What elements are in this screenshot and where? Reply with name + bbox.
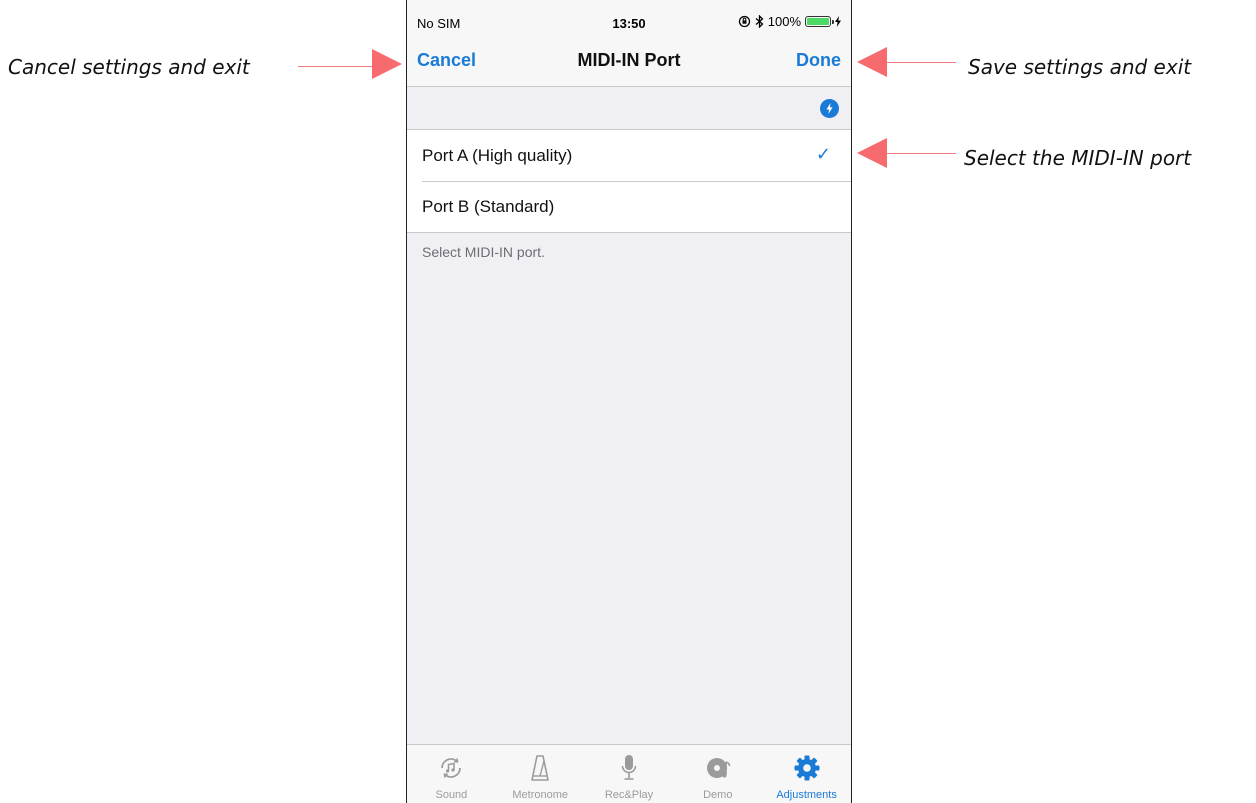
page-title: MIDI-IN Port <box>577 50 681 70</box>
status-bar: No SIM 13:50 100% <box>407 0 851 40</box>
charging-bolt-icon <box>835 16 841 27</box>
tab-label: Demo <box>703 789 733 801</box>
demo-disc-icon <box>706 758 731 778</box>
tab-label: Metronome <box>512 789 569 801</box>
screenshot-stage: Cancel settings and exit Save settings a… <box>0 0 1256 803</box>
lightning-bolt-icon <box>826 103 833 114</box>
port-option-a[interactable]: Port A (High quality) ✓ <box>407 130 851 181</box>
tab-rec-play[interactable]: Rec&Play <box>585 745 674 803</box>
annotation-cancel: Cancel settings and exit <box>8 55 250 79</box>
annotation-select-line <box>886 153 956 154</box>
annotation-cancel-arrow <box>372 49 402 79</box>
bluetooth-icon <box>755 15 764 28</box>
tab-demo[interactable]: Demo <box>673 745 762 803</box>
annotation-save-arrow <box>857 47 887 77</box>
annotation-select-arrow <box>857 138 887 168</box>
tab-label: Sound <box>435 789 468 801</box>
tab-label: Rec&Play <box>604 789 654 801</box>
done-button[interactable]: Done <box>796 50 841 71</box>
port-option-b[interactable]: Port B (Standard) <box>407 181 851 232</box>
navigation-bar: Cancel MIDI-IN Port Done <box>407 40 851 87</box>
tab-metronome[interactable]: Metronome <box>496 745 585 803</box>
annotation-select: Select the MIDI-IN port <box>964 146 1192 170</box>
annotation-save-line <box>886 62 956 63</box>
tab-label: Adjustments <box>776 789 837 801</box>
battery-icon <box>805 16 834 27</box>
gear-icon <box>794 755 820 781</box>
tab-sound[interactable]: Sound <box>407 745 496 803</box>
phone-screen: No SIM 13:50 100% Cancel MIDI-IN Port Do… <box>406 0 852 803</box>
annotation-cancel-line <box>298 66 374 67</box>
port-list: Port A (High quality) ✓ Port B (Standard… <box>407 129 851 233</box>
tab-adjustments[interactable]: Adjustments <box>762 745 851 803</box>
battery-percent: 100% <box>767 14 801 29</box>
orientation-lock-icon <box>738 15 750 28</box>
metronome-icon <box>531 755 549 781</box>
tab-bar: Sound Metronome Rec&Play Demo Adjustment… <box>407 744 851 803</box>
sound-icon <box>441 758 462 778</box>
status-right: 100% <box>738 14 841 29</box>
port-option-label: Port A (High quality) <box>422 146 573 165</box>
microphone-icon <box>621 755 637 780</box>
bluetooth-midi-icon[interactable] <box>820 99 839 118</box>
checkmark-icon: ✓ <box>815 144 831 164</box>
annotation-save: Save settings and exit <box>968 55 1192 79</box>
section-footer-note: Select MIDI-IN port. <box>422 244 545 260</box>
port-option-label: Port B (Standard) <box>422 197 555 216</box>
